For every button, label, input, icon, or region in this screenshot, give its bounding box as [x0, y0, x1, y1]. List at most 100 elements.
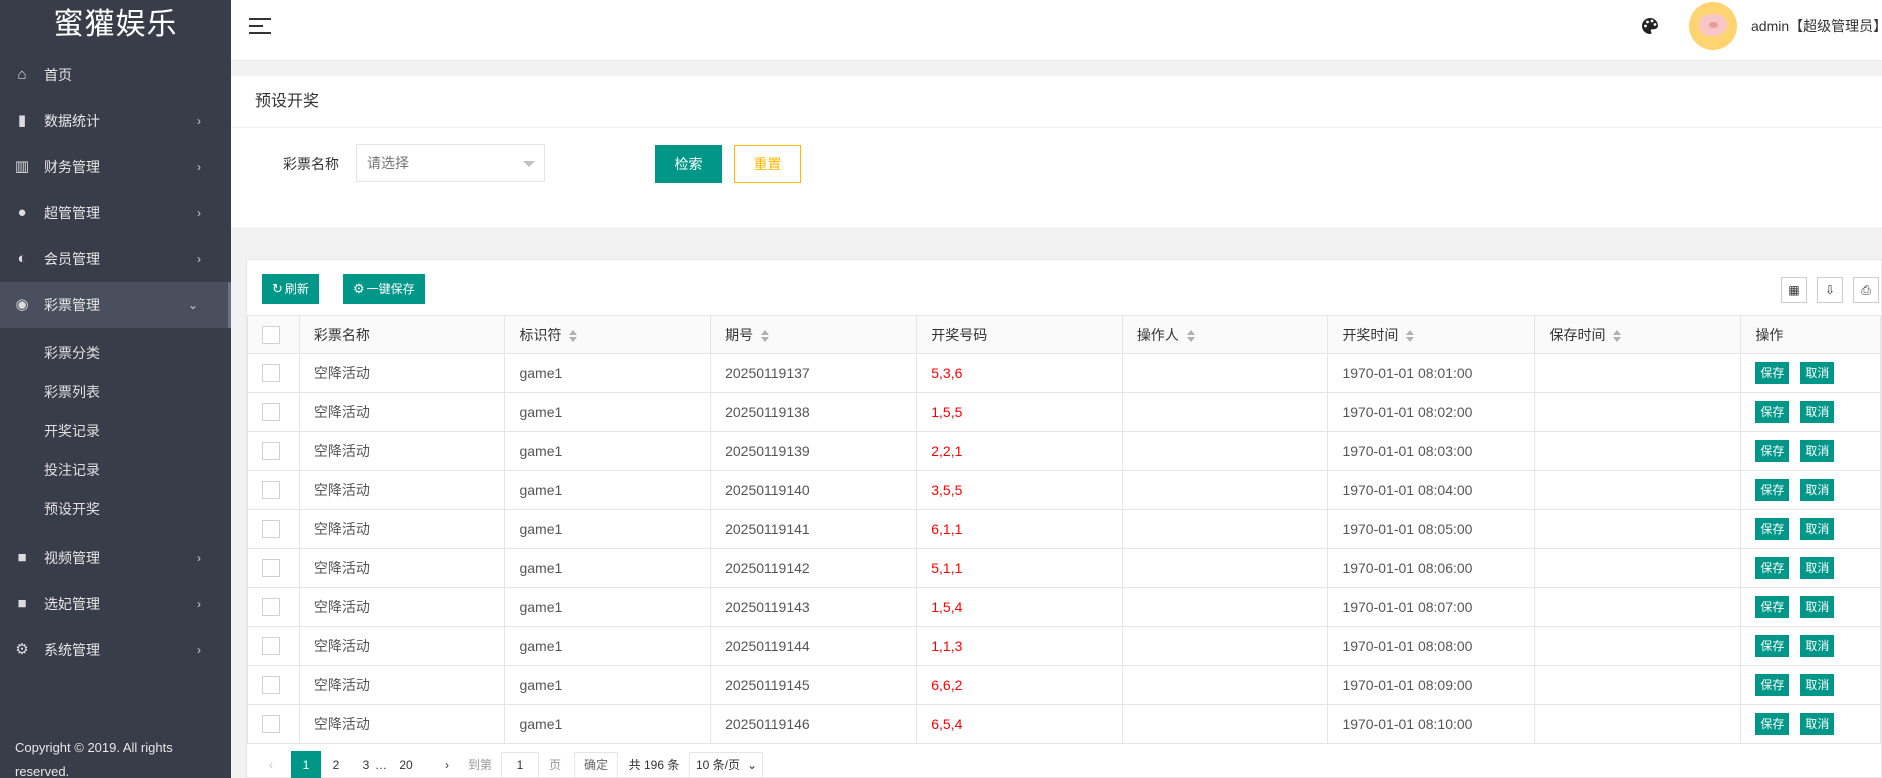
cell-code: 1,1,3	[916, 626, 1123, 666]
row-cancel-button[interactable]: 取消	[1800, 440, 1835, 462]
cell-key: game1	[504, 509, 712, 549]
row-cancel-button[interactable]: 取消	[1800, 362, 1835, 384]
col-expect[interactable]: 期号	[710, 315, 918, 354]
sidebar-subitem[interactable]: 投注记录	[0, 451, 231, 490]
palette-icon[interactable]	[1640, 16, 1660, 36]
cell-code: 5,1,1	[916, 548, 1123, 588]
sidebar-item[interactable]: ■ 选妃管理 ›	[0, 581, 231, 627]
col-open-time[interactable]: 开奖时间	[1327, 315, 1536, 354]
sidebar-subitem[interactable]: 预设开奖	[0, 490, 231, 529]
sidebar-item[interactable]: ◐ 会员管理 ›	[0, 236, 231, 282]
sort-icon[interactable]	[1186, 329, 1195, 342]
row-save-button[interactable]: 保存	[1755, 440, 1790, 462]
row-save-button[interactable]: 保存	[1755, 713, 1790, 735]
row-cancel-button[interactable]: 取消	[1800, 596, 1835, 618]
print-icon[interactable]: ⎙	[1853, 277, 1879, 303]
sidebar-item-label: 会员管理	[44, 251, 100, 267]
select-all-checkbox[interactable]	[262, 325, 280, 344]
cell-save-time	[1534, 353, 1742, 393]
cell-code: 5,3,6	[916, 353, 1123, 393]
chevron-right-icon: ›	[197, 597, 201, 611]
reset-button[interactable]: 重置	[734, 145, 801, 183]
cell-actions: 保存 取消	[1740, 470, 1881, 510]
col-key[interactable]: 标识符	[504, 315, 712, 354]
sidebar-item[interactable]: ⌂ 首页	[0, 52, 231, 98]
row-checkbox[interactable]	[262, 364, 280, 383]
columns-filter-icon[interactable]: ▦	[1781, 277, 1807, 303]
sort-icon[interactable]	[1406, 329, 1415, 342]
sidebar-item[interactable]: ▥ 财务管理 ›	[0, 144, 231, 190]
brand-logo[interactable]: 蜜獾娱乐	[0, 0, 231, 52]
row-checkbox[interactable]	[262, 559, 280, 578]
goto-confirm-button[interactable]: 确定	[574, 752, 618, 778]
user-menu[interactable]: admin【超级管理员】	[1751, 16, 1882, 36]
cell-open-time: 1970-01-01 08:04:00	[1327, 470, 1536, 510]
row-checkbox[interactable]	[262, 715, 280, 734]
cell-actions: 保存 取消	[1740, 392, 1881, 432]
export-icon[interactable]: ⇩	[1817, 277, 1843, 303]
page-2[interactable]: 2	[321, 751, 351, 778]
page-1[interactable]: 1	[291, 751, 321, 778]
row-checkbox[interactable]	[262, 520, 280, 539]
save-all-button[interactable]: ⚙ 一键保存	[343, 274, 425, 304]
sidebar-item[interactable]: ● 超管管理 ›	[0, 190, 231, 236]
page-last[interactable]: 20	[391, 751, 421, 778]
cell-code: 1,5,5	[916, 392, 1123, 432]
cell-actions: 保存 取消	[1740, 665, 1881, 705]
table-panel: ↻ 刷新 ⚙ 一键保存 ▦ ⇩ ⎙ 彩票名称 标识符 期号 开奖号码 操作人 开奖时…	[246, 259, 1882, 778]
row-checkbox[interactable]	[262, 676, 280, 695]
sidebar-item[interactable]: ■ 视频管理 ›	[0, 535, 231, 581]
lottery-select[interactable]: 请选择	[356, 144, 545, 182]
sort-icon[interactable]	[761, 329, 770, 342]
sidebar-item[interactable]: ⚙ 系统管理 ›	[0, 627, 231, 673]
sidebar-item[interactable]: ◉ 彩票管理 ⌄	[0, 282, 231, 328]
col-save-time[interactable]: 保存时间	[1534, 315, 1742, 354]
sidebar-item[interactable]: ▮ 数据统计 ›	[0, 98, 231, 144]
video-icon: ■	[17, 549, 27, 566]
avatar[interactable]	[1689, 2, 1737, 50]
page-size-select[interactable]: 10 条/页 ⌄	[689, 752, 763, 778]
row-save-button[interactable]: 保存	[1755, 401, 1790, 423]
cell-lottery-name: 空降活动	[298, 626, 506, 666]
row-checkbox[interactable]	[262, 442, 280, 461]
row-save-button[interactable]: 保存	[1755, 479, 1790, 501]
cell-save-time	[1534, 626, 1742, 666]
row-checkbox[interactable]	[262, 403, 280, 422]
goto-page-input[interactable]: 1	[501, 752, 539, 778]
row-cancel-button[interactable]: 取消	[1800, 518, 1835, 540]
cell-actions: 保存 取消	[1740, 626, 1881, 666]
chevron-right-icon: ›	[197, 114, 201, 128]
row-save-button[interactable]: 保存	[1755, 557, 1790, 579]
row-save-button[interactable]: 保存	[1755, 635, 1790, 657]
refresh-button[interactable]: ↻ 刷新	[262, 274, 319, 304]
sort-icon[interactable]	[1613, 329, 1622, 342]
sidebar-subitem[interactable]: 开奖记录	[0, 412, 231, 451]
row-checkbox[interactable]	[262, 637, 280, 656]
row-cancel-button[interactable]: 取消	[1800, 557, 1835, 579]
row-cancel-button[interactable]: 取消	[1800, 479, 1835, 501]
row-save-button[interactable]: 保存	[1755, 674, 1790, 696]
prev-page-button[interactable]: ‹	[261, 751, 281, 778]
menu-toggle-icon[interactable]	[249, 18, 271, 34]
sidebar-subitem[interactable]: 彩票分类	[0, 334, 231, 373]
sidebar-subitem[interactable]: 彩票列表	[0, 373, 231, 412]
row-cancel-button[interactable]: 取消	[1800, 674, 1835, 696]
row-cancel-button[interactable]: 取消	[1800, 713, 1835, 735]
search-button[interactable]: 检索	[655, 145, 722, 183]
table-row: 空降活动 game1 20250119145 6,6,2 1970-01-01 …	[247, 665, 1881, 705]
col-operator[interactable]: 操作人	[1121, 315, 1329, 354]
col-lottery-name: 彩票名称	[298, 315, 506, 354]
cell-key: game1	[504, 353, 712, 393]
copyright: Copyright © 2019. All rights reserved.	[15, 740, 173, 778]
row-save-button[interactable]: 保存	[1755, 596, 1790, 618]
row-save-button[interactable]: 保存	[1755, 362, 1790, 384]
next-page-button[interactable]: ›	[437, 751, 457, 778]
row-save-button[interactable]: 保存	[1755, 518, 1790, 540]
row-checkbox[interactable]	[262, 481, 280, 500]
row-checkbox[interactable]	[262, 598, 280, 617]
row-cancel-button[interactable]: 取消	[1800, 401, 1835, 423]
cell-code: 6,6,2	[916, 665, 1123, 705]
sort-icon[interactable]	[569, 329, 578, 342]
cell-actions: 保存 取消	[1740, 353, 1881, 393]
row-cancel-button[interactable]: 取消	[1800, 635, 1835, 657]
